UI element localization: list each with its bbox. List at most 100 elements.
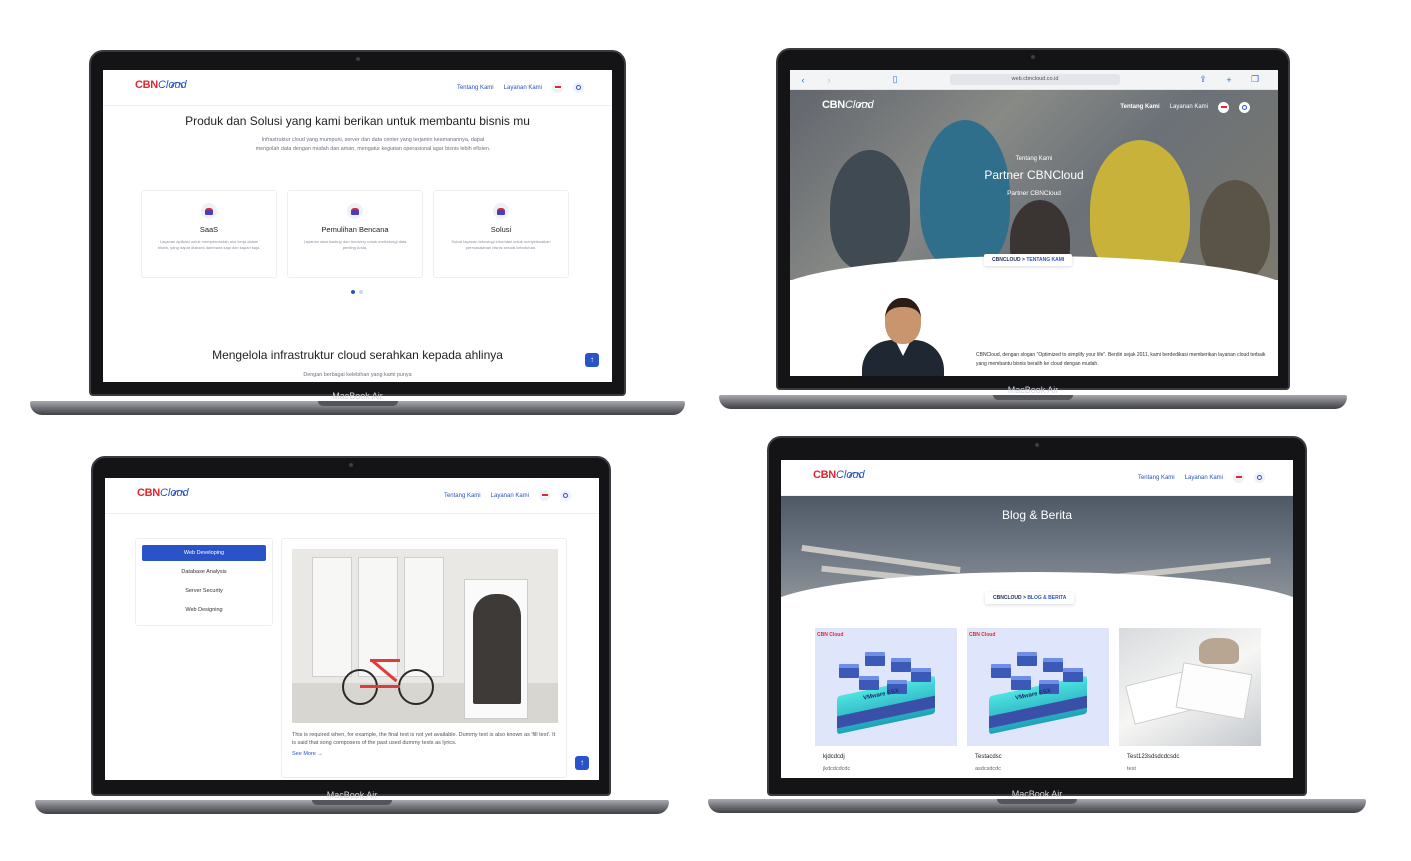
breadcrumb: CBNCLOUD > BLOG & BERITA [985,592,1075,604]
share-icon[interactable]: ⇪ [1190,74,1216,85]
flag-id-icon [1220,105,1227,109]
menu-item-web-designing[interactable]: Web Designing [142,602,266,618]
address-bar[interactable]: web.cbncloud.co.id [950,74,1120,85]
breadcrumb-root[interactable]: CBNCLOUD [992,257,1021,263]
site-header: CBN Cloud Tentang Kami Layanan Kami [103,70,612,106]
model-label: MacBook Air [326,790,378,800]
laptop-base [35,800,669,814]
menu-item-web-developing[interactable]: Web Developing [142,545,266,561]
server-icon [911,668,931,682]
menu-item-database-analysis[interactable]: Database Analysis [142,564,266,580]
search-button[interactable] [1254,472,1265,483]
carousel-dot[interactable] [351,290,355,294]
post-image [292,549,558,723]
server-icon [865,652,885,666]
hero-overline: Tentang Kami [1015,156,1053,162]
card-title: Solusi [490,225,512,234]
product-card[interactable]: Solusi Solusi layanan teknologi informas… [433,190,569,278]
new-tab-icon[interactable]: + [1216,75,1242,85]
laptop-base [719,395,1347,409]
laptop-lid: CBN Cloud Tentang Kami Layanan Kami Blog… [767,436,1307,796]
screen-home: CBN Cloud Tentang Kami Layanan Kami Prod… [103,70,612,382]
server-icon [991,664,1011,678]
breadcrumb-root[interactable]: CBNCLOUD [993,595,1022,601]
browser-toolbar: ‹ › ▯ web.cbncloud.co.id ⇪ + ❐ [790,70,1278,90]
post-title: Test123sdsdcdcsdc [1127,754,1180,760]
post-thumbnail: CBN Cloud VMware ESX [815,628,957,746]
main-nav: Tentang Kami Layanan Kami [1138,472,1265,483]
laptop-2: ‹ › ▯ web.cbncloud.co.id ⇪ + ❐ CBN Cloud [719,48,1347,410]
post-subtitle: asdcsdcdc [975,766,1001,772]
search-icon [1242,104,1247,110]
site-logo[interactable]: CBN Cloud [822,99,874,116]
nav-about[interactable]: Tentang Kami [1138,475,1175,481]
flag-id-icon [541,494,548,497]
menu-item-server-security[interactable]: Server Security [142,583,266,599]
language-button[interactable] [1233,472,1244,483]
nav-services[interactable]: Layanan Kami [491,493,529,499]
carousel-dots [351,290,363,294]
product-card[interactable]: Pemulihan Bencana Layanan data backup da… [287,190,423,278]
search-button[interactable] [1239,101,1250,113]
forward-icon[interactable]: › [816,75,842,85]
search-button[interactable] [560,490,571,501]
site-logo[interactable]: CBN Cloud [135,79,187,96]
hero-title: Blog & Berita [1001,508,1073,522]
card-desc: Layanan aplikasi untuk mempermudah alur … [157,239,261,250]
flag-id-icon [554,86,561,89]
ceo-photo [862,296,944,376]
server-icon [1017,652,1037,666]
back-icon[interactable]: ‹ [790,75,816,85]
post-title: kjdcdcdj [823,754,845,760]
cloud-icon [170,82,183,88]
service-post: This is required when, for example, the … [281,538,567,778]
product-card[interactable]: SaaS Layanan aplikasi untuk mempermudah … [141,190,277,278]
blog-card[interactable]: CBN Cloud VMware ESX kjdcdcdj jkdcdcdcdc [815,628,957,778]
carousel-dot[interactable] [359,290,363,294]
language-button[interactable] [539,490,550,501]
camera [1031,55,1035,59]
scroll-top-button[interactable]: ↑ [575,756,589,770]
site-logo[interactable]: CBN Cloud [137,487,189,504]
post-subtitle: jkdcdcdcdc [823,766,851,772]
breadcrumb-current: BLOG & BERITA [1027,595,1067,601]
service-menu: Web Developing Database Analysis Server … [135,538,273,626]
scroll-top-button[interactable]: ↑ [585,353,599,367]
section-sub-2: Dengan berbagai kelebihan yang kami puny… [303,372,412,378]
laptop-4: CBN Cloud Tentang Kami Layanan Kami Blog… [708,436,1366,816]
nav-about[interactable]: Tentang Kami [1120,104,1159,110]
nav-services[interactable]: Layanan Kami [1170,104,1208,110]
site-logo[interactable]: CBN Cloud [813,469,865,486]
card-title: SaaS [199,225,219,234]
nav-about[interactable]: Tentang Kami [457,85,494,91]
see-more-link[interactable]: See More → [292,751,323,757]
arrow-right-icon: → [317,751,323,757]
nav-about[interactable]: Tentang Kami [444,493,481,499]
model-label: MacBook Air [332,391,383,401]
laptop-base [708,799,1366,813]
blog-card[interactable]: CBN Cloud VMware ESX Testacdsc asdcsdcdc [967,628,1109,778]
cloud-icon [848,472,861,478]
about-text: CBNCloud, dengan slogan "Optimized to si… [976,352,1266,367]
solution-icon [493,203,509,219]
nav-services[interactable]: Layanan Kami [1185,475,1223,481]
tabs-icon[interactable]: ❐ [1242,74,1268,85]
post-subtitle: test [1127,766,1136,772]
model-label: MacBook Air [1007,385,1059,395]
search-button[interactable] [573,82,584,93]
search-icon [563,493,568,498]
post-thumbnail: CBN Cloud VMware ESX [967,628,1109,746]
bookmarks-icon[interactable]: ▯ [882,74,908,85]
search-icon [1257,475,1262,480]
blog-card[interactable]: Test123sdsdcdcsdc test [1119,628,1261,778]
screen-services: CBN Cloud Tentang Kami Layanan Kami Web … [105,478,599,780]
card-desc: Solusi layanan teknologi informasi untuk… [451,239,551,250]
post-text: This is required when, for example, the … [292,732,556,746]
flag-id-icon [1235,476,1242,479]
language-button[interactable] [1218,101,1229,113]
nav-services[interactable]: Layanan Kami [504,85,542,91]
model-label: MacBook Air [1011,789,1063,799]
server-icon [859,676,879,690]
section-title: Produk dan Solusi yang kami berikan untu… [185,114,530,128]
language-button[interactable] [552,82,563,93]
